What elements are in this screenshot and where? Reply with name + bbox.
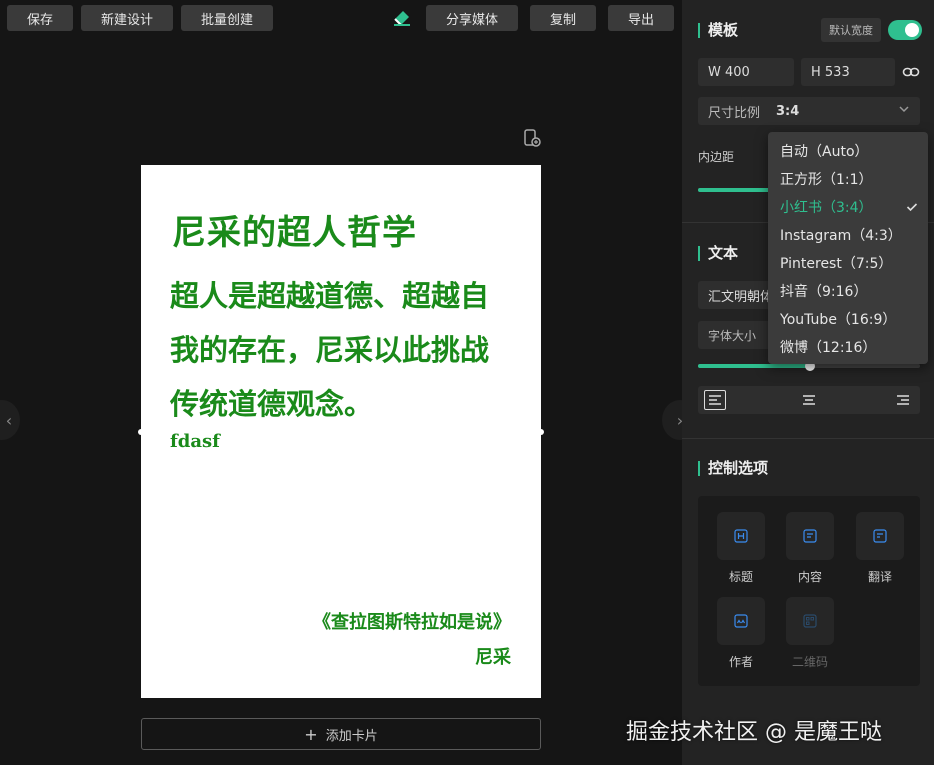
add-card-label: 添加卡片	[325, 728, 378, 744]
align-left-button[interactable]	[704, 390, 726, 410]
author-icon	[734, 614, 748, 628]
card-author[interactable]: 尼采	[475, 643, 511, 669]
plus-icon: +	[304, 724, 318, 744]
ratio-option-weibo[interactable]: 微博（12:16）	[768, 333, 928, 361]
align-right-icon	[897, 395, 909, 405]
height-input[interactable]: H 533	[801, 58, 895, 86]
align-left-icon	[709, 395, 721, 405]
check-icon	[906, 201, 918, 217]
control-heading[interactable]: 标题	[717, 512, 765, 585]
ratio-option-pinterest[interactable]: Pinterest（7:5）	[768, 249, 928, 277]
content-icon	[803, 529, 817, 543]
link-icon[interactable]	[902, 63, 920, 85]
card-book-title[interactable]: 《查拉图斯特拉如是说》	[313, 608, 511, 634]
ratio-option-auto[interactable]: 自动（Auto）	[768, 137, 928, 165]
align-center-button[interactable]	[798, 390, 820, 410]
export-button[interactable]: 导出	[608, 5, 674, 31]
ratio-option-instagram[interactable]: Instagram（4:3）	[768, 221, 928, 249]
control-qrcode[interactable]: 二维码	[786, 597, 834, 670]
padding-slider-fill	[698, 188, 770, 192]
width-input[interactable]: W 400	[698, 58, 794, 86]
text-section-title: 文本	[698, 246, 738, 261]
control-author[interactable]: 作者	[717, 597, 765, 670]
card-extra-text[interactable]: fdasf	[170, 431, 220, 452]
control-section-title: 控制选项	[698, 461, 768, 476]
ratio-option-douyin[interactable]: 抖音（9:16）	[768, 277, 928, 305]
align-right-button[interactable]	[892, 390, 914, 410]
ratio-label: 尺寸比例	[708, 105, 761, 121]
template-section-title: 模板	[698, 23, 738, 38]
chevron-down-icon	[898, 103, 910, 119]
heading-icon	[734, 529, 748, 543]
translate-icon	[873, 529, 887, 543]
resize-handle-right[interactable]	[538, 429, 544, 435]
design-card[interactable]: 尼采的超人哲学 超人是超越道德、超越自我的存在，尼采以此挑战传统道德观念。 fd…	[141, 165, 541, 698]
copy-button[interactable]: 复制	[530, 5, 596, 31]
chevron-left-icon: ‹	[5, 410, 13, 430]
control-content[interactable]: 内容	[786, 512, 834, 585]
font-size-slider-fill	[698, 364, 810, 368]
ratio-select[interactable]: 尺寸比例 3:4	[698, 97, 920, 125]
new-design-button[interactable]: 新建设计	[81, 5, 173, 31]
settings-panel: 模板 默认宽度 W 400 H 533 尺寸比例 3:4 内边距 文本 汇文明朝…	[682, 0, 934, 765]
watermark: 掘金技术社区 @ 是魔王哒	[626, 720, 882, 745]
qrcode-icon	[803, 614, 817, 628]
prev-card-button[interactable]: ‹	[0, 400, 20, 440]
resize-handle-left[interactable]	[138, 429, 144, 435]
ratio-option-youtube[interactable]: YouTube（16:9）	[768, 305, 928, 333]
ratio-value: 3:4	[776, 103, 800, 119]
control-options-box: 标题 内容 翻译 作者 二维码	[698, 496, 920, 686]
mobile-preview-icon[interactable]	[522, 128, 542, 148]
ratio-dropdown-menu: 自动（Auto） 正方形（1:1） 小红书（3:4） Instagram（4:3…	[768, 132, 928, 364]
ratio-option-square[interactable]: 正方形（1:1）	[768, 165, 928, 193]
padding-label: 内边距	[698, 150, 735, 164]
card-content[interactable]: 超人是超越道德、超越自我的存在，尼采以此挑战传统道德观念。	[170, 269, 515, 431]
text-align-group	[698, 386, 920, 414]
default-width-toggle[interactable]	[888, 20, 922, 40]
ratio-option-xiaohongshu[interactable]: 小红书（3:4）	[768, 193, 928, 221]
divider	[682, 438, 934, 439]
save-button[interactable]: 保存	[7, 5, 73, 31]
align-center-icon	[803, 395, 815, 405]
default-width-label: 默认宽度	[821, 18, 881, 42]
card-title[interactable]: 尼采的超人哲学	[172, 205, 417, 254]
add-card-button[interactable]: + 添加卡片	[141, 718, 541, 750]
control-translate[interactable]: 翻译	[856, 512, 904, 585]
share-media-button[interactable]: 分享媒体	[426, 5, 518, 31]
batch-create-button[interactable]: 批量创建	[181, 5, 273, 31]
eraser-icon[interactable]	[392, 7, 412, 27]
